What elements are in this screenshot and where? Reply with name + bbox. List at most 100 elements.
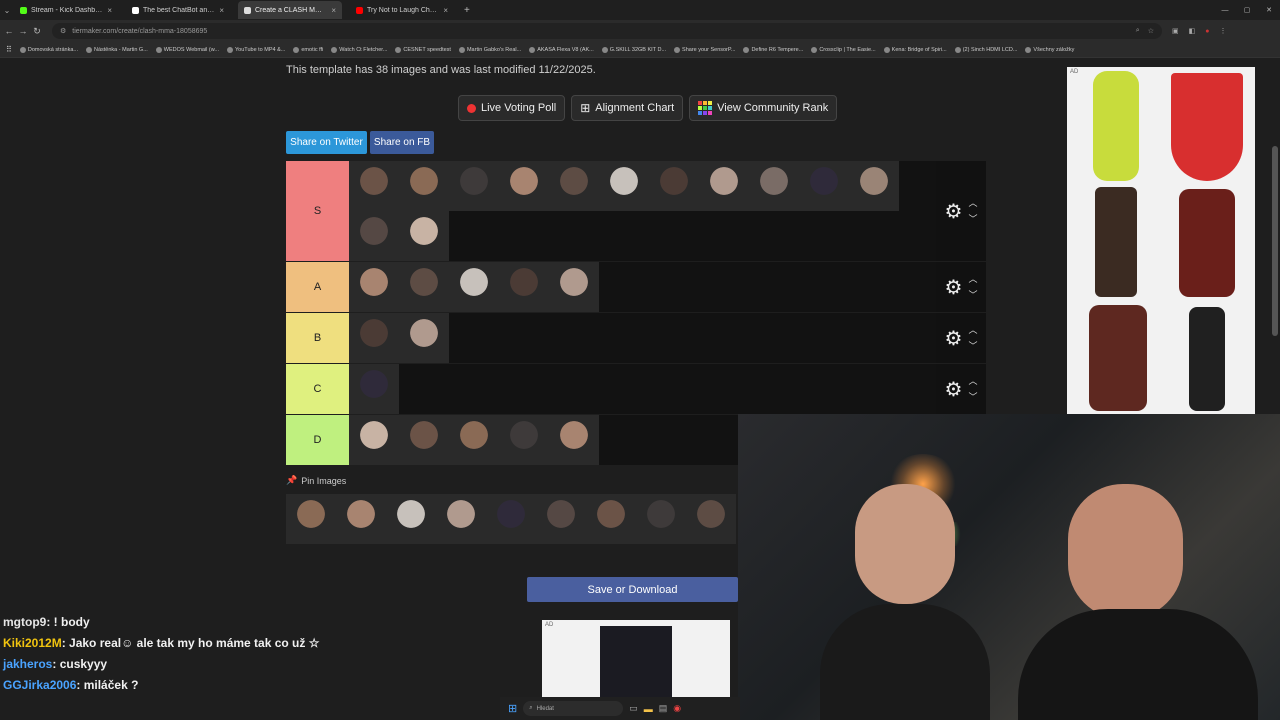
fighter-image[interactable] <box>749 161 799 211</box>
tier-label[interactable]: C <box>286 364 349 414</box>
bookmark-item[interactable]: G.SKILL 32GB KIT D... <box>601 46 666 53</box>
chat-username[interactable]: mgtop9 <box>3 615 46 629</box>
tab-close-icon[interactable]: × <box>443 6 448 15</box>
chevron-up-icon[interactable]: ︿ <box>968 322 977 338</box>
fighter-image[interactable] <box>599 161 649 211</box>
bookmark-item[interactable]: Kena: Bridge of Spiri... <box>883 46 947 53</box>
chrome-icon[interactable]: ◉ <box>673 703 681 714</box>
browser-tab[interactable]: Stream - Kick Dashboard × <box>14 1 118 19</box>
tab-close-icon[interactable]: × <box>107 6 112 15</box>
puzzle-icon[interactable]: ◧ <box>1189 27 1196 35</box>
fighter-image[interactable] <box>549 415 599 465</box>
fighter-image[interactable] <box>399 415 449 465</box>
chevron-down-icon[interactable]: ﹀ <box>968 287 977 303</box>
bookmark-item[interactable]: Share your SensorP... <box>674 46 735 53</box>
bookmark-item[interactable]: Všechny záložky <box>1025 46 1074 53</box>
fighter-image[interactable] <box>449 262 499 312</box>
tier-label[interactable]: A <box>286 262 349 312</box>
profile-icon[interactable]: ● <box>1205 28 1209 35</box>
bookmark-item[interactable]: Nástěnka - Martin G... <box>86 46 148 53</box>
fighter-image[interactable] <box>349 364 399 414</box>
chevron-down-icon[interactable]: ﹀ <box>968 211 977 227</box>
extension-icon[interactable]: ▣ <box>1172 27 1179 35</box>
bookmark-item[interactable]: YouTube to MP4 &... <box>227 46 285 53</box>
bottom-ad[interactable]: AD <box>542 620 730 698</box>
page-scrollbar[interactable] <box>1272 146 1278 336</box>
gear-icon[interactable]: ⚙ <box>945 377 963 402</box>
fighter-image[interactable] <box>399 161 449 211</box>
live-voting-poll-button[interactable]: Live Voting Poll <box>458 95 566 121</box>
pin-image[interactable] <box>486 494 536 544</box>
pin-image[interactable] <box>636 494 686 544</box>
menu-icon[interactable]: ⋮ <box>1219 27 1226 35</box>
fighter-image[interactable] <box>499 262 549 312</box>
back-icon[interactable]: ← <box>4 26 14 36</box>
alignment-chart-button[interactable]: ⊞ Alignment Chart <box>571 95 684 121</box>
sidebar-ad[interactable]: AD <box>1067 67 1255 414</box>
windows-start-icon[interactable]: ⊞ <box>508 702 517 715</box>
reload-icon[interactable]: ↻ <box>32 26 42 37</box>
bookmark-item[interactable]: CESNET speedtest <box>395 46 451 53</box>
pin-image[interactable] <box>686 494 736 544</box>
fighter-image[interactable] <box>349 313 399 363</box>
fighter-image[interactable] <box>349 161 399 211</box>
apps-icon[interactable]: ⠿ <box>6 45 12 54</box>
browser-tab[interactable]: The best ChatBot and Widgets × <box>126 1 230 19</box>
fighter-image[interactable] <box>649 161 699 211</box>
maximize-icon[interactable]: ▢ <box>1236 6 1258 14</box>
zoom-icon[interactable]: ⌕ <box>1136 27 1140 35</box>
bookmark-item[interactable]: emotic ffi <box>293 46 323 53</box>
close-window-icon[interactable]: ✕ <box>1258 6 1280 14</box>
bookmark-star-icon[interactable]: ☆ <box>1148 27 1154 35</box>
tier-label[interactable]: S <box>286 161 349 261</box>
gear-icon[interactable]: ⚙ <box>945 199 963 224</box>
bookmark-item[interactable]: Domovská stránka... <box>19 46 78 53</box>
store-icon[interactable]: ▤ <box>659 703 668 714</box>
fighter-image[interactable] <box>349 415 399 465</box>
chevron-up-icon[interactable]: ︿ <box>968 195 977 211</box>
fighter-image[interactable] <box>799 161 849 211</box>
share-twitter-button[interactable]: Share on Twitter <box>286 131 367 154</box>
bookmark-item[interactable]: Crossclip | The Easie... <box>811 46 876 53</box>
tab-list-icon[interactable]: ⌄ <box>0 6 14 15</box>
site-info-icon[interactable]: ⚙ <box>60 27 66 35</box>
tier-label[interactable]: D <box>286 415 349 465</box>
save-download-button[interactable]: Save or Download <box>527 577 738 602</box>
fighter-image[interactable] <box>399 262 449 312</box>
pin-image[interactable] <box>386 494 436 544</box>
pin-image[interactable] <box>586 494 636 544</box>
fighter-image[interactable] <box>549 262 599 312</box>
fighter-image[interactable] <box>449 161 499 211</box>
fighter-image[interactable] <box>349 262 399 312</box>
taskbar-search[interactable]: ⌕ Hledat <box>523 701 624 716</box>
tab-close-icon[interactable]: × <box>219 6 224 15</box>
pin-image[interactable] <box>336 494 386 544</box>
new-tab-button[interactable]: + <box>464 5 470 16</box>
fighter-image[interactable] <box>699 161 749 211</box>
bookmark-item[interactable]: Watch Ct Fletcher... <box>331 46 387 53</box>
bookmark-item[interactable]: Martin Gabko's Real... <box>458 46 521 53</box>
minimize-icon[interactable]: — <box>1214 7 1236 14</box>
chat-username[interactable]: jakheros <box>3 657 52 671</box>
fighter-image[interactable] <box>399 313 449 363</box>
fighter-image[interactable] <box>549 161 599 211</box>
chat-username[interactable]: Kiki2012M <box>3 636 62 650</box>
explorer-icon[interactable]: ▬ <box>644 704 653 714</box>
community-rank-button[interactable]: View Community Rank <box>689 95 838 121</box>
bookmark-item[interactable]: WEDOS Webmail (w... <box>155 46 219 53</box>
fighter-image[interactable] <box>349 211 399 261</box>
fighter-image[interactable] <box>499 161 549 211</box>
pin-image[interactable] <box>436 494 486 544</box>
browser-tab[interactable]: Try Not to Laugh Challenge × <box>350 1 454 19</box>
address-bar[interactable]: ⚙ tiermaker.com/create/clash-mma-1805869… <box>52 23 1162 39</box>
fighter-image[interactable] <box>399 211 449 261</box>
bookmark-item[interactable]: Define R6 Tempere... <box>743 46 803 53</box>
tab-close-icon[interactable]: × <box>331 6 336 15</box>
chevron-down-icon[interactable]: ﹀ <box>968 389 977 405</box>
fighter-image[interactable] <box>499 415 549 465</box>
pin-image[interactable] <box>536 494 586 544</box>
gear-icon[interactable]: ⚙ <box>945 275 963 300</box>
gear-icon[interactable]: ⚙ <box>945 326 963 351</box>
fighter-image[interactable] <box>449 415 499 465</box>
bookmark-item[interactable]: (2) Sinch HDMI LCD... <box>954 46 1017 53</box>
